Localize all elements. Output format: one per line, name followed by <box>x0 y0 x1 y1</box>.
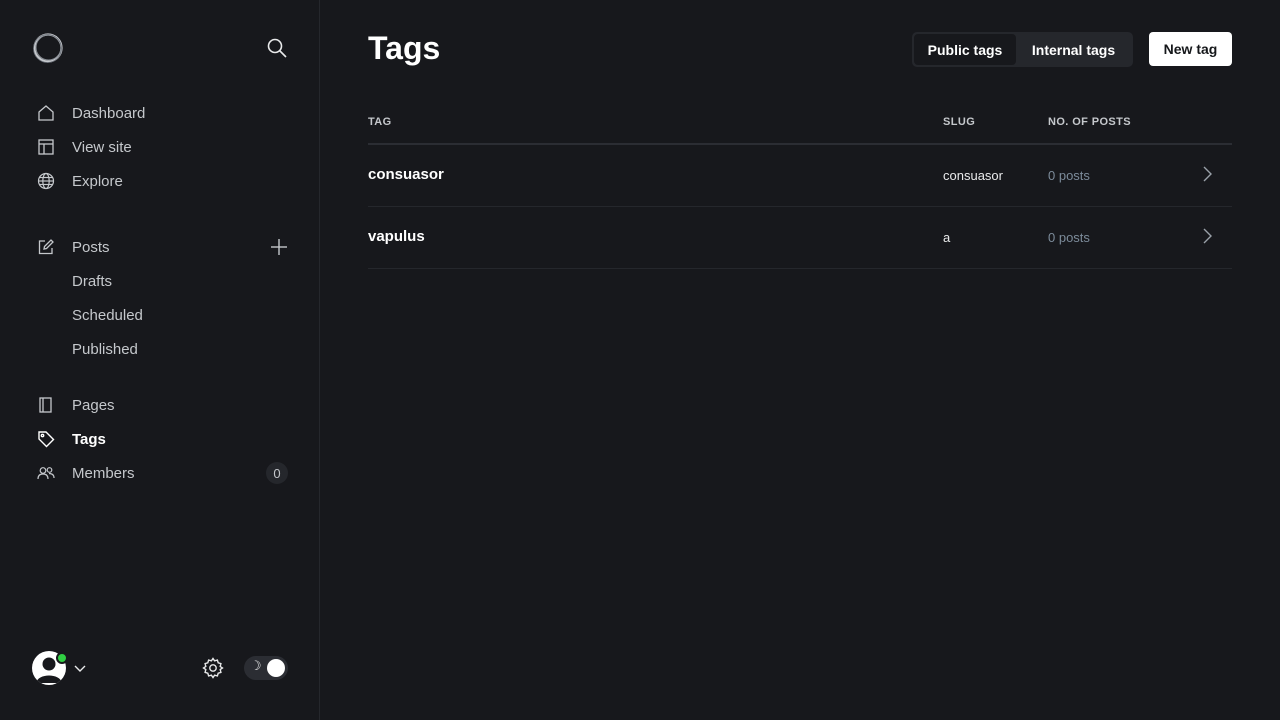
sidebar-item-label: Explore <box>72 172 123 190</box>
table-row[interactable]: vapulus a 0 posts <box>368 207 1232 269</box>
moon-icon: ☽ <box>250 659 262 674</box>
tag-slug: a <box>943 230 951 245</box>
sidebar-item-dashboard[interactable]: Dashboard <box>36 98 292 128</box>
table-row[interactable]: consuasor consuasor 0 posts <box>368 145 1232 207</box>
sidebar-item-scheduled[interactable]: Scheduled <box>36 300 292 330</box>
gear-icon[interactable] <box>201 656 225 680</box>
sidebar-item-posts[interactable]: Posts <box>36 232 292 262</box>
members-icon <box>36 463 56 483</box>
column-header-tag: TAG <box>368 116 392 128</box>
column-header-slug: SLUG <box>943 116 976 128</box>
page-icon <box>36 395 56 415</box>
sidebar-item-label: Published <box>72 340 138 358</box>
sidebar-item-label: Dashboard <box>72 104 146 122</box>
sidebar-item-label: Drafts <box>72 272 113 290</box>
sidebar-item-label: Posts <box>72 238 110 256</box>
chevron-down-icon[interactable] <box>73 661 87 675</box>
tag-icon <box>36 429 56 449</box>
tag-slug: consuasor <box>943 168 1003 183</box>
layout-icon <box>36 137 56 157</box>
sidebar-item-view-site[interactable]: View site <box>36 132 292 162</box>
public-tags-tab[interactable]: Public tags <box>914 34 1016 65</box>
search-icon[interactable] <box>266 37 288 59</box>
internal-tags-tab[interactable]: Internal tags <box>1016 34 1131 65</box>
add-post-plus-icon[interactable] <box>268 236 290 258</box>
chevron-right-icon[interactable] <box>1200 227 1214 245</box>
tag-name[interactable]: vapulus <box>368 228 425 245</box>
theme-toggle[interactable]: ☽ <box>244 656 288 680</box>
online-status-dot <box>56 652 68 664</box>
sidebar-item-pages[interactable]: Pages <box>36 390 292 420</box>
page-title: Tags <box>368 30 441 66</box>
sidebar-item-published[interactable]: Published <box>36 334 292 364</box>
tag-type-segmented-control: Public tags Internal tags <box>912 32 1133 67</box>
sidebar: Dashboard View site Explore Posts Drafts… <box>0 0 320 720</box>
sidebar-item-label: View site <box>72 138 132 156</box>
tag-name[interactable]: consuasor <box>368 166 444 183</box>
toggle-knob <box>267 659 285 677</box>
site-logo-icon[interactable] <box>32 32 64 64</box>
sidebar-item-label: Members <box>72 464 135 482</box>
sidebar-item-label: Scheduled <box>72 306 143 324</box>
sidebar-item-drafts[interactable]: Drafts <box>36 266 292 296</box>
sidebar-item-label: Tags <box>72 430 106 448</box>
home-icon <box>36 103 56 123</box>
tag-post-count[interactable]: 0 posts <box>1048 230 1090 245</box>
sidebar-item-explore[interactable]: Explore <box>36 166 292 196</box>
sidebar-item-tags[interactable]: Tags <box>36 424 292 454</box>
edit-icon <box>36 237 56 257</box>
members-count-badge: 0 <box>266 462 288 484</box>
sidebar-item-members[interactable]: Members <box>36 458 292 488</box>
column-header-posts: NO. OF POSTS <box>1048 116 1132 128</box>
globe-icon <box>36 171 56 191</box>
tag-post-count[interactable]: 0 posts <box>1048 168 1090 183</box>
sidebar-item-label: Pages <box>72 396 115 414</box>
chevron-right-icon[interactable] <box>1200 165 1214 183</box>
new-tag-button[interactable]: New tag <box>1149 32 1232 66</box>
